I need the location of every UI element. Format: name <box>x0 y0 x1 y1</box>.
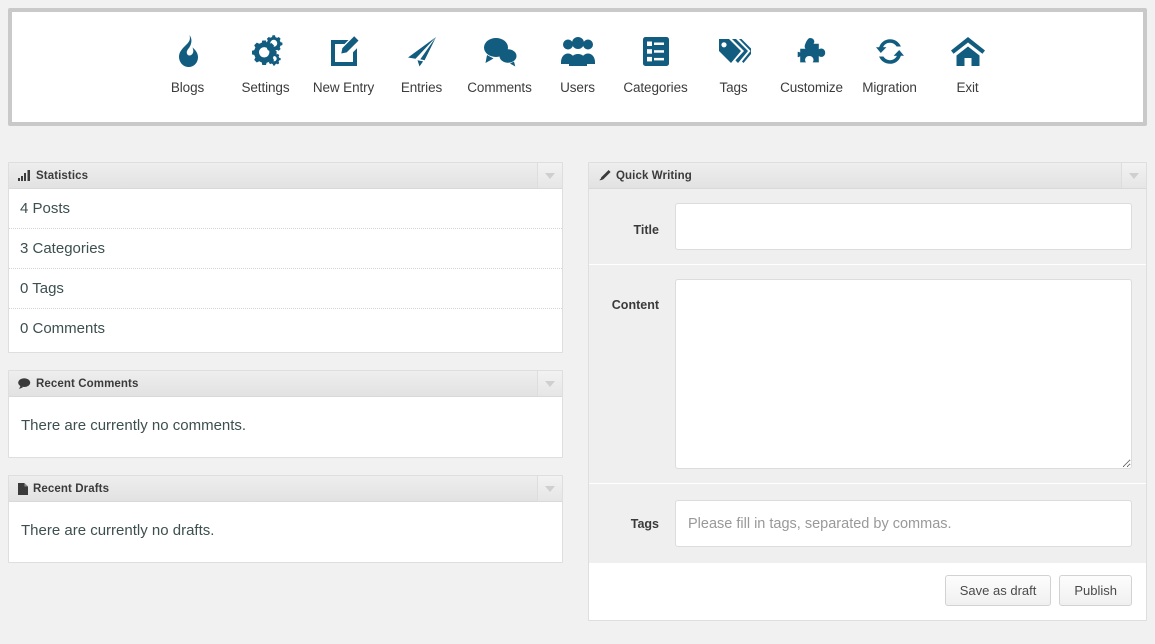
publish-button[interactable]: Publish <box>1059 575 1132 606</box>
file-icon <box>18 482 28 495</box>
title-field-label: Title <box>633 223 659 237</box>
toolbar-item-settings[interactable]: Settings <box>227 30 305 95</box>
left-column: Statistics 4 Posts 3 Categories 0 Tags 0… <box>8 162 563 580</box>
recent-comments-panel-header: Recent Comments <box>9 371 562 397</box>
paper-plane-icon <box>406 30 438 72</box>
statistics-panel-body: 4 Posts 3 Categories 0 Tags 0 Comments <box>9 189 562 352</box>
tags-icon <box>717 30 751 72</box>
statistic-row-categories: 3 Categories <box>9 229 562 269</box>
puzzle-piece-icon <box>796 30 828 72</box>
toolbar-item-new-entry[interactable]: New Entry <box>305 30 383 95</box>
toolbar-item-exit[interactable]: Exit <box>929 30 1007 95</box>
title-form-group: Title <box>589 189 1146 265</box>
toolbar-item-users[interactable]: Users <box>539 30 617 95</box>
toolbar-item-tags[interactable]: Tags <box>695 30 773 95</box>
recent-drafts-collapse-button[interactable] <box>537 476 562 501</box>
toolbar-item-blogs[interactable]: Blogs <box>149 30 227 95</box>
comments-icon <box>483 30 517 72</box>
toolbar-item-categories[interactable]: Categories <box>617 30 695 95</box>
recent-comments-empty-message: There are currently no comments. <box>21 417 247 434</box>
quick-writing-panel: Quick Writing Title Content Tags Save as… <box>588 162 1147 621</box>
toolbar-item-label: Customize <box>780 80 843 95</box>
toolbar-item-label: Tags <box>719 80 748 95</box>
content-field-label: Content <box>611 298 659 312</box>
recent-comments-panel: Recent Comments There are currently no c… <box>8 370 563 458</box>
statistics-panel-title: Statistics <box>36 169 89 182</box>
toolbar-item-label: Entries <box>400 80 443 95</box>
tags-form-group: Tags <box>589 484 1146 563</box>
toolbar-item-label: Categories <box>623 80 688 95</box>
recent-comments-panel-title: Recent Comments <box>36 377 139 390</box>
chevron-down-icon <box>1129 172 1139 179</box>
statistic-row-posts: 4 Posts <box>9 189 562 229</box>
chevron-down-icon <box>545 485 555 492</box>
recent-drafts-empty-message: There are currently no drafts. <box>21 522 215 539</box>
gears-icon <box>249 30 283 72</box>
toolbar-item-entries[interactable]: Entries <box>383 30 461 95</box>
main-toolbar: Blogs Settings New Entry Entries Comment… <box>8 8 1147 126</box>
toolbar-item-label: New Entry <box>312 80 375 95</box>
right-column: Quick Writing Title Content Tags Save as… <box>588 162 1147 638</box>
quick-writing-collapse-button[interactable] <box>1121 163 1146 188</box>
quick-writing-actions: Save as draft Publish <box>589 563 1146 620</box>
quick-writing-form: Title Content Tags Save as draft Publish <box>589 189 1146 620</box>
flame-icon <box>173 30 203 72</box>
statistics-panel-header: Statistics <box>9 163 562 189</box>
pencil-icon <box>598 169 611 182</box>
toolbar-item-label: Exit <box>956 80 979 95</box>
toolbar-item-label: Blogs <box>170 80 205 95</box>
content-textarea[interactable] <box>675 279 1132 469</box>
bar-chart-icon <box>18 170 31 181</box>
chevron-down-icon <box>545 172 555 179</box>
toolbar-item-label: Settings <box>241 80 290 95</box>
statistics-collapse-button[interactable] <box>537 163 562 188</box>
comment-bubble-icon <box>18 378 31 389</box>
toolbar-item-comments[interactable]: Comments <box>461 30 539 95</box>
recent-drafts-panel-header: Recent Drafts <box>9 476 562 502</box>
list-box-icon <box>641 30 671 72</box>
recent-drafts-panel-title: Recent Drafts <box>33 482 110 495</box>
pencil-square-icon <box>328 30 360 72</box>
toolbar-item-list: Blogs Settings New Entry Entries Comment… <box>12 12 1143 95</box>
save-as-draft-button[interactable]: Save as draft <box>944 575 1052 606</box>
toolbar-item-label: Comments <box>467 80 532 95</box>
tags-field-label: Tags <box>630 517 659 531</box>
home-icon <box>950 30 985 72</box>
toolbar-item-label: Migration <box>862 80 917 95</box>
recent-comments-collapse-button[interactable] <box>537 371 562 396</box>
statistic-row-tags: 0 Tags <box>9 269 562 309</box>
title-input[interactable] <box>675 203 1132 250</box>
toolbar-item-label: Users <box>560 80 595 95</box>
users-icon <box>560 30 595 72</box>
statistics-panel: Statistics 4 Posts 3 Categories 0 Tags 0… <box>8 162 563 353</box>
quick-writing-panel-header: Quick Writing <box>589 163 1146 189</box>
refresh-cycle-icon <box>875 30 905 72</box>
content-form-group: Content <box>589 265 1146 484</box>
toolbar-item-customize[interactable]: Customize <box>773 30 851 95</box>
toolbar-item-migration[interactable]: Migration <box>851 30 929 95</box>
recent-drafts-panel: Recent Drafts There are currently no dra… <box>8 475 563 563</box>
quick-writing-panel-title: Quick Writing <box>616 169 692 182</box>
tags-input[interactable] <box>675 500 1132 547</box>
chevron-down-icon <box>545 380 555 387</box>
statistic-row-comments: 0 Comments <box>20 320 106 337</box>
